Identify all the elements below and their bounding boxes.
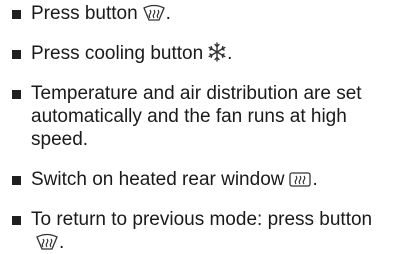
item-text: Press button [31, 3, 138, 24]
item-text: Temperature and air distribution are set… [31, 83, 362, 150]
bullet-square [12, 50, 21, 59]
windscreen-defrost-icon [142, 4, 166, 22]
item-text: Switch on heated rear window [31, 169, 285, 190]
list-item: Press button . [10, 2, 390, 25]
item-suffix: . [165, 3, 171, 24]
windscreen-defrost-icon [35, 233, 59, 251]
bullet-square [12, 216, 21, 225]
bullet-square [12, 176, 21, 185]
instruction-list: Press button . Press cooling button . Te… [10, 2, 390, 254]
item-text: Press cooling button [31, 43, 204, 64]
item-suffix: . [227, 43, 233, 64]
list-item: Press cooling button . [10, 42, 390, 65]
bullet-square [12, 90, 21, 99]
item-text: To return to previous mode: press button [31, 209, 373, 230]
list-item: Temperature and air distribution are set… [10, 82, 390, 151]
item-suffix: . [312, 169, 318, 190]
list-item: To return to previous mode: press button… [10, 208, 390, 254]
item-suffix: . [59, 232, 65, 253]
rear-window-heating-icon [288, 170, 312, 188]
snowflake-icon [207, 42, 227, 62]
list-item: Switch on heated rear window . [10, 168, 390, 191]
bullet-square [12, 10, 21, 19]
